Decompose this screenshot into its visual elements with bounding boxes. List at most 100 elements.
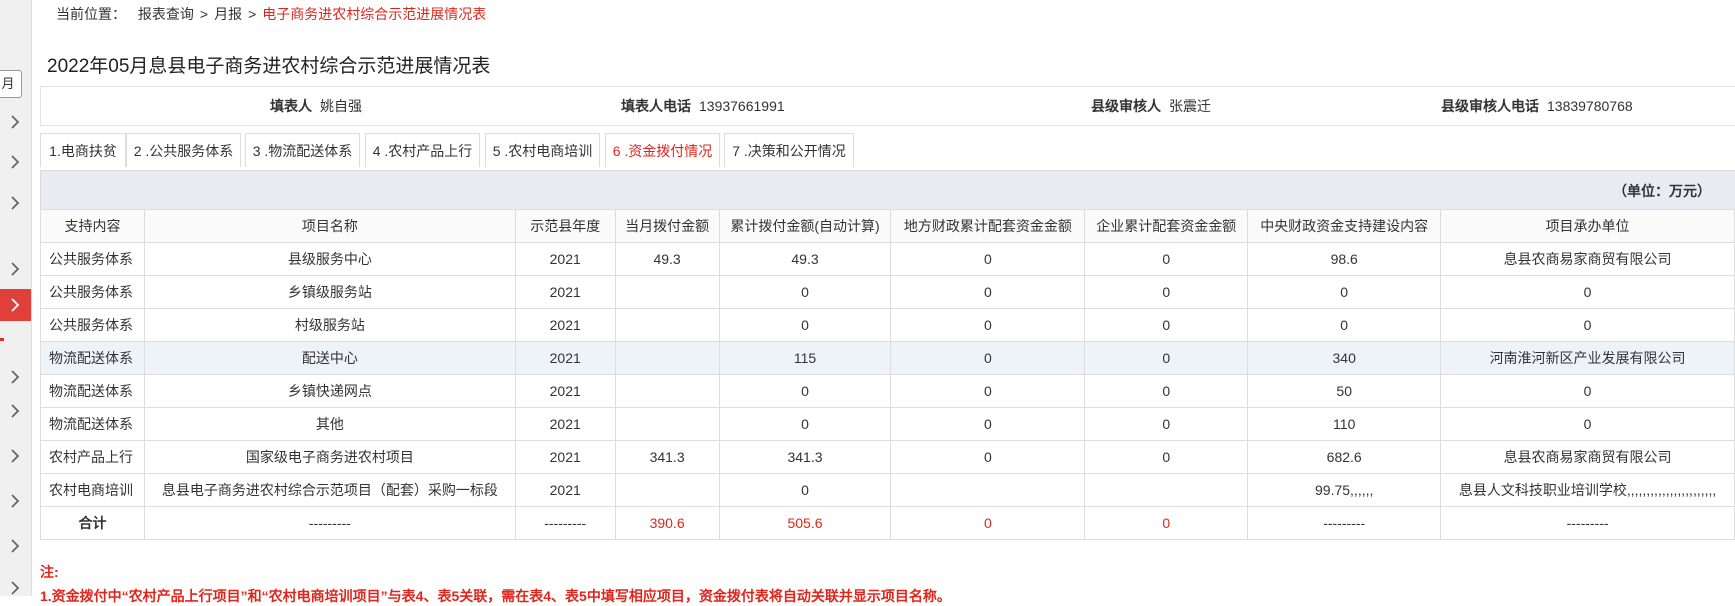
cell: ---------: [1247, 506, 1442, 540]
cell: 0: [718, 308, 892, 342]
cell: 49.3: [614, 242, 720, 276]
filler-label: 填表人: [270, 98, 312, 114]
cell: [614, 374, 720, 408]
col-header: 项目名称: [143, 209, 516, 243]
report-info-bar: 填表人 姚自强 填表人电话 13937661991 县级审核人 张震迁 县级审核人电话…: [40, 86, 1735, 126]
col-header: 项目承办单位: [1440, 209, 1735, 243]
cell: 农村电商培训: [40, 473, 145, 507]
col-header: 支持内容: [40, 209, 145, 243]
cell: 农村产品上行: [40, 440, 145, 474]
cell: 物流配送体系: [40, 374, 145, 408]
col-header: 示范县年度: [514, 209, 616, 243]
sidebar-expand-9[interactable]: [0, 485, 31, 517]
table-row: 物流配送体系 配送中心 2021 115 0 0 340 河南淮河新区产业发展有限公司: [40, 341, 1735, 375]
cell: [614, 308, 720, 342]
col-header: 中央财政资金支持建设内容: [1247, 209, 1442, 243]
sidebar-expand-1[interactable]: [0, 106, 31, 138]
col-header: 企业累计配套资金金额: [1084, 209, 1249, 243]
table-row: 公共服务体系 县级服务中心 2021 49.3 49.3 0 0 98.6 息县农商易家商贸有限…: [40, 242, 1735, 276]
sidebar-expand-6[interactable]: [0, 361, 31, 393]
cell: 682.6: [1247, 440, 1442, 474]
cell: 0: [890, 407, 1086, 441]
sidebar-expand-10[interactable]: [0, 530, 31, 562]
chevron-right-icon: [11, 196, 20, 210]
reviewer-value: 张震迁: [1169, 98, 1211, 114]
sidebar-month-box[interactable]: 月: [0, 70, 22, 98]
chevron-right-icon: [11, 298, 20, 312]
reviewer-info: 县级审核人 张震迁: [1091, 87, 1211, 125]
tab-public-service[interactable]: 2 .公共服务体系: [126, 133, 241, 167]
cell: 2021: [514, 275, 616, 309]
cell: 0: [1084, 341, 1249, 375]
cell: 0: [890, 242, 1086, 276]
total-label: 合计: [40, 506, 145, 540]
cell: 0: [1440, 374, 1735, 408]
cell: 2021: [514, 473, 616, 507]
cell: ---------: [143, 506, 516, 540]
cell: 0: [718, 374, 892, 408]
tab-ecommerce-poverty[interactable]: 1.电商扶贫: [40, 133, 126, 167]
breadcrumb-report-query[interactable]: 报表查询: [138, 6, 194, 22]
unit-bar: （单位：万元）: [40, 170, 1735, 210]
cell: 110: [1247, 407, 1442, 441]
total-local-funds: 0: [890, 506, 1086, 540]
cell: 公共服务体系: [40, 308, 145, 342]
cell: 0: [1440, 275, 1735, 309]
cell: 0: [1084, 407, 1249, 441]
total-enterprise-funds: 0: [1084, 506, 1249, 540]
cell: 340: [1247, 341, 1442, 375]
sidebar-expand-7[interactable]: [0, 395, 31, 427]
sidebar-expand-3[interactable]: [0, 187, 31, 219]
breadcrumb-monthly[interactable]: 月报: [214, 6, 242, 22]
col-header: 地方财政累计配套资金金额: [890, 209, 1086, 243]
cell: 0: [890, 308, 1086, 342]
cell: 配送中心: [143, 341, 516, 375]
tab-decision-disclosure[interactable]: 7 .决策和公开情况: [724, 133, 854, 167]
sidebar-expand-2[interactable]: [0, 146, 31, 178]
sidebar-expand-11[interactable]: [0, 572, 31, 604]
reviewer-phone-info: 县级审核人电话 13839780768: [1441, 87, 1633, 125]
cell: 2021: [514, 407, 616, 441]
chevron-right-icon: [11, 155, 20, 169]
cell: ---------: [1440, 506, 1735, 540]
cell: 99.75,,,,,,: [1247, 473, 1442, 507]
cell: 公共服务体系: [40, 242, 145, 276]
cell: 0: [1084, 308, 1249, 342]
sidebar-marker: [0, 338, 4, 341]
tab-logistics[interactable]: 3 .物流配送体系: [245, 133, 360, 167]
cell: 50: [1247, 374, 1442, 408]
col-header: 累计拨付金额(自动计算): [718, 209, 892, 243]
cell: 0: [890, 440, 1086, 474]
cell: 河南淮河新区产业发展有限公司: [1440, 341, 1735, 375]
tab-product-upward[interactable]: 4 .农村产品上行: [365, 133, 480, 167]
sidebar-expand-4[interactable]: [0, 253, 31, 285]
chevron-right-icon: [11, 404, 20, 418]
cell: 国家级电子商务进农村项目: [143, 440, 516, 474]
cell: 村级服务站: [143, 308, 516, 342]
breadcrumb-current: 电子商务进农村综合示范进展情况表: [262, 6, 487, 22]
total-monthly: 390.6: [614, 506, 720, 540]
cell: 0: [1440, 308, 1735, 342]
cell: 49.3: [718, 242, 892, 276]
table-row: 物流配送体系 乡镇快递网点 2021 0 0 0 50 0: [40, 374, 1735, 408]
cell: 乡镇快递网点: [143, 374, 516, 408]
total-cumulative: 505.6: [718, 506, 892, 540]
table-row: 物流配送体系 其他 2021 0 0 0 110 0: [40, 407, 1735, 441]
tab-fund-allocation[interactable]: 6 .资金拨付情况: [605, 133, 720, 167]
page-title: 2022年05月息县电子商务进农村综合示范进展情况表: [47, 56, 491, 77]
filler-info: 填表人 姚自强: [270, 87, 362, 125]
cell: 0: [1084, 242, 1249, 276]
table-row: 农村电商培训 息县电子商务进农村综合示范项目（配套）采购一标段 2021 0 99.75…: [40, 473, 1735, 507]
chevron-right-icon: [11, 449, 20, 463]
sidebar-expand-8[interactable]: [0, 440, 31, 472]
table-total-row: 合计 --------- --------- 390.6 505.6 0 0 -…: [40, 506, 1735, 540]
cell: 0: [1247, 308, 1442, 342]
cell: 息县农商易家商贸有限公司: [1440, 242, 1735, 276]
cell: 乡镇级服务站: [143, 275, 516, 309]
table-row: 农村产品上行 国家级电子商务进农村项目 2021 341.3 341.3 0 0 682.6 息…: [40, 440, 1735, 474]
tab-ecommerce-training[interactable]: 5 .农村电商培训: [485, 133, 600, 167]
cell: 公共服务体系: [40, 275, 145, 309]
cell: 0: [718, 473, 892, 507]
sidebar-expand-active[interactable]: [0, 289, 31, 321]
col-header: 当月拨付金额: [614, 209, 720, 243]
